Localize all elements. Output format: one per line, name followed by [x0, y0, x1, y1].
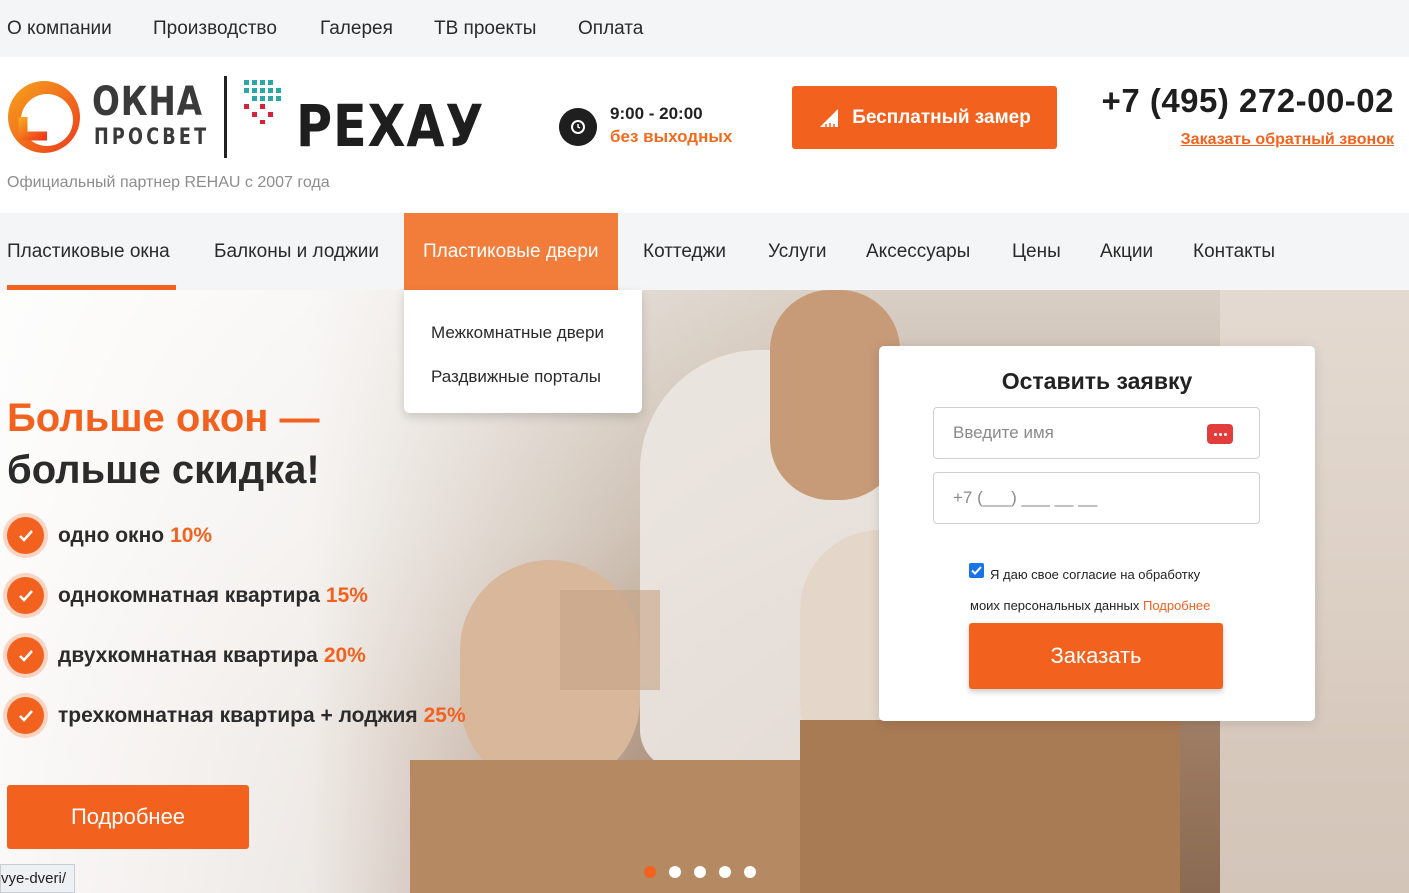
slider-dots	[644, 866, 756, 878]
hero-headline: больше скидка!	[7, 448, 320, 492]
slider-dot-1[interactable]	[644, 866, 656, 878]
okna-prosvet-logo-icon[interactable]	[7, 80, 81, 154]
discount-item-percent: 10%	[170, 523, 213, 547]
nav-item-contacts[interactable]: Контакты	[1193, 213, 1275, 290]
topnav-item-tv[interactable]: ТВ проекты	[434, 18, 536, 40]
nav-item-prices[interactable]: Цены	[1012, 213, 1061, 290]
free-measure-button[interactable]: Бесплатный замер	[792, 86, 1057, 149]
consent-text-2: моих персональных данных Подробнее	[970, 598, 1210, 613]
phone-input-placeholder: +7 (___) ___ __ __	[953, 488, 1098, 507]
discount-item-percent: 20%	[323, 643, 366, 667]
form-title: Оставить заявку	[1001, 368, 1193, 394]
logo-title: ОКНА	[92, 79, 203, 125]
logo-divider	[224, 76, 227, 158]
discount-item: двухкомнатная квартира 20%	[7, 637, 366, 674]
discount-item: трехкомнатная квартира + лоджия 25%	[7, 697, 466, 734]
topnav-item-gallery[interactable]: Галерея	[320, 18, 393, 40]
topnav-item-about[interactable]: О компании	[7, 18, 112, 40]
working-hours: 9:00 - 20:00	[610, 104, 703, 123]
name-input-placeholder: Введите имя	[953, 423, 1054, 442]
password-manager-icon[interactable]	[1207, 424, 1233, 444]
nav-item-accessories[interactable]: Аксессуары	[866, 213, 970, 290]
nav-item-plastic-windows[interactable]: Пластиковые окна	[7, 213, 170, 290]
rehau-logo-icon	[244, 80, 281, 124]
discount-item-text: двухкомнатная квартира	[58, 643, 318, 667]
topnav-item-production[interactable]: Производство	[153, 18, 277, 40]
consent-checkbox[interactable]	[969, 563, 984, 578]
check-icon	[7, 517, 44, 554]
discount-item-percent: 25%	[423, 703, 466, 727]
slider-dot-2[interactable]	[669, 866, 681, 878]
nav-item-services[interactable]: Услуги	[768, 213, 826, 290]
check-icon	[7, 637, 44, 674]
callback-link[interactable]: Заказать обратный звонок	[1181, 131, 1394, 149]
more-button[interactable]: Подробнее	[7, 785, 249, 849]
slider-dot-4[interactable]	[719, 866, 731, 878]
ruler-icon	[820, 108, 839, 127]
consent-text-line2: моих персональных данных	[970, 598, 1140, 613]
slider-dot-3[interactable]	[694, 866, 706, 878]
working-days: без выходных	[610, 127, 733, 146]
consent-text: Я даю свое согласие на обработку	[990, 567, 1201, 582]
discount-item-text: однокомнатная квартира	[58, 583, 320, 607]
hero-box-left	[410, 760, 830, 893]
check-icon	[7, 577, 44, 614]
main-nav: Пластиковые окна Балконы и лоджии Пласти…	[0, 213, 1409, 290]
phone-input[interactable]: +7 (___) ___ __ __	[933, 472, 1260, 524]
discount-item: однокомнатная квартира 15%	[7, 577, 368, 614]
discount-item-text: одно окно	[58, 523, 165, 547]
hero-headline-accent: Больше окон —	[7, 396, 320, 440]
rehau-logo-text: РЕХАУ	[296, 92, 485, 160]
consent-details-link[interactable]: Подробнее	[1143, 598, 1210, 613]
slider-dot-5[interactable]	[744, 866, 756, 878]
hero-box-back	[560, 590, 660, 690]
dropdown-item-interior-doors[interactable]: Межкомнатные двери	[431, 323, 604, 343]
request-form: Оставить заявку Введите имя +7 (___) ___…	[879, 346, 1315, 721]
nav-item-plastic-doors[interactable]: Пластиковые двери	[404, 213, 618, 290]
dropdown-item-sliding-portals[interactable]: Раздвижные порталы	[431, 367, 601, 387]
status-bar-url: vye-dveri/	[0, 864, 76, 893]
doors-dropdown-menu: Межкомнатные двери Раздвижные порталы	[404, 290, 642, 413]
clock-icon	[559, 108, 597, 146]
nav-item-balconies[interactable]: Балконы и лоджии	[214, 213, 379, 290]
nav-item-promotions[interactable]: Акции	[1100, 213, 1153, 290]
phone-number[interactable]: +7 (495) 272-00-02	[1102, 82, 1394, 120]
check-icon	[7, 697, 44, 734]
discount-item-text: трехкомнатная квартира + лоджия	[58, 703, 418, 727]
checkmark-icon	[971, 566, 982, 575]
free-measure-label: Бесплатный замер	[852, 106, 1031, 128]
top-bar: О компании Производство Галерея ТВ проек…	[0, 0, 1409, 57]
logo-subtitle: ПРОСВЕТ	[94, 125, 210, 150]
topnav-item-payment[interactable]: Оплата	[578, 18, 643, 40]
name-input[interactable]: Введите имя	[933, 407, 1260, 459]
partner-text: Официальный партнер REHAU с 2007 года	[7, 174, 330, 191]
hero-box-right	[800, 720, 1180, 893]
discount-item: одно окно 10%	[7, 517, 212, 554]
nav-item-cottages[interactable]: Коттеджи	[643, 213, 726, 290]
order-submit-button[interactable]: Заказать	[969, 623, 1223, 689]
discount-item-percent: 15%	[325, 583, 368, 607]
